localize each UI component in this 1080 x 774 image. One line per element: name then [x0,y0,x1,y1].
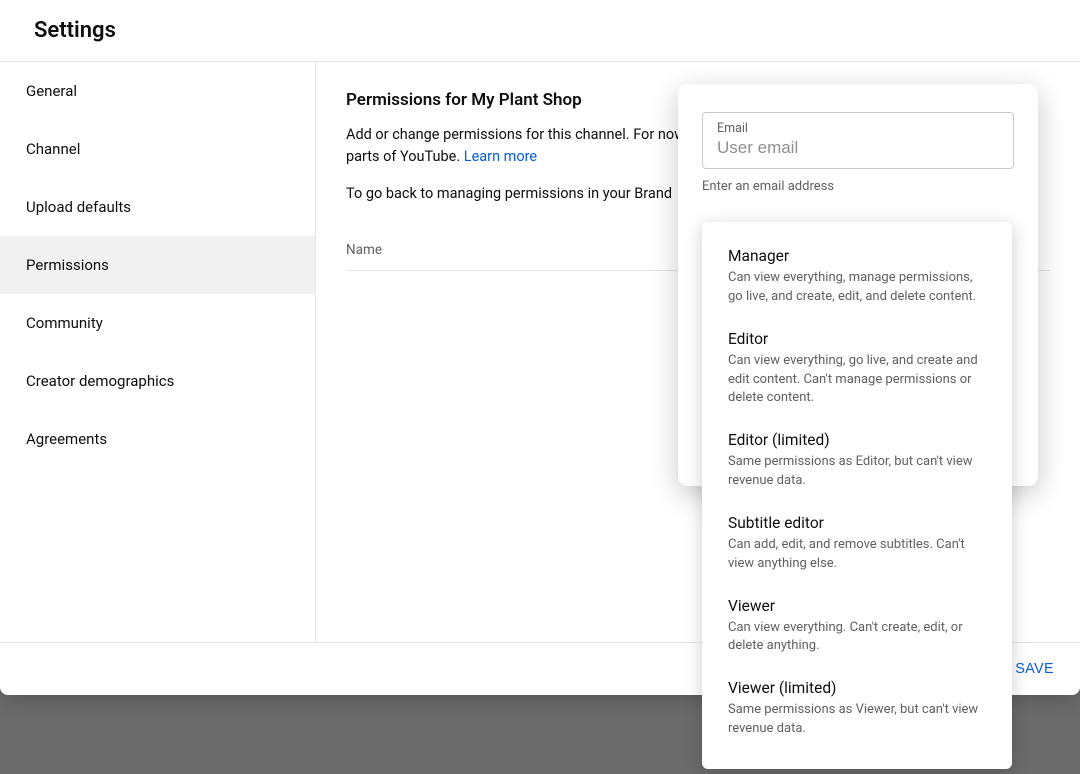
role-title: Editor [728,330,986,348]
role-desc: Can view everything, go live, and create… [728,352,986,409]
role-title: Manager [728,247,986,265]
role-desc: Can view everything, manage permissions,… [728,269,986,307]
sidebar-item-creator-demographics[interactable]: Creator demographics [0,352,315,410]
save-button[interactable]: SAVE [1015,661,1054,677]
page-title: Settings [0,0,1080,61]
sidebar-item-channel[interactable]: Channel [0,120,315,178]
role-title: Editor (limited) [728,431,986,449]
role-desc: Can view everything. Can't create, edit,… [728,619,986,657]
role-title: Subtitle editor [728,514,986,532]
sidebar-item-agreements[interactable]: Agreements [0,410,315,468]
sidebar-item-upload-defaults[interactable]: Upload defaults [0,178,315,236]
role-option-viewer[interactable]: Viewer Can view everything. Can't create… [702,586,1012,669]
role-option-subtitle-editor[interactable]: Subtitle editor Can add, edit, and remov… [702,503,1012,586]
role-title: Viewer [728,597,986,615]
email-field[interactable]: Email [702,112,1014,169]
email-input[interactable] [717,138,999,158]
role-option-viewer-limited[interactable]: Viewer (limited) Same permissions as Vie… [702,668,1012,751]
learn-more-link[interactable]: Learn more [464,148,537,165]
email-label: Email [717,121,999,136]
sidebar: General Channel Upload defaults Permissi… [0,62,316,642]
role-option-editor[interactable]: Editor Can view everything, go live, and… [702,319,1012,421]
sidebar-item-community[interactable]: Community [0,294,315,352]
roles-dropdown: Manager Can view everything, manage perm… [702,222,1012,769]
role-option-manager[interactable]: Manager Can view everything, manage perm… [702,236,1012,319]
role-option-editor-limited[interactable]: Editor (limited) Same permissions as Edi… [702,420,1012,503]
role-desc: Same permissions as Viewer, but can't vi… [728,701,986,739]
role-title: Viewer (limited) [728,679,986,697]
email-helper-text: Enter an email address [702,179,1014,194]
sidebar-item-permissions[interactable]: Permissions [0,236,315,294]
sidebar-item-general[interactable]: General [0,62,315,120]
role-desc: Same permissions as Editor, but can't vi… [728,453,986,491]
role-desc: Can add, edit, and remove subtitles. Can… [728,536,986,574]
